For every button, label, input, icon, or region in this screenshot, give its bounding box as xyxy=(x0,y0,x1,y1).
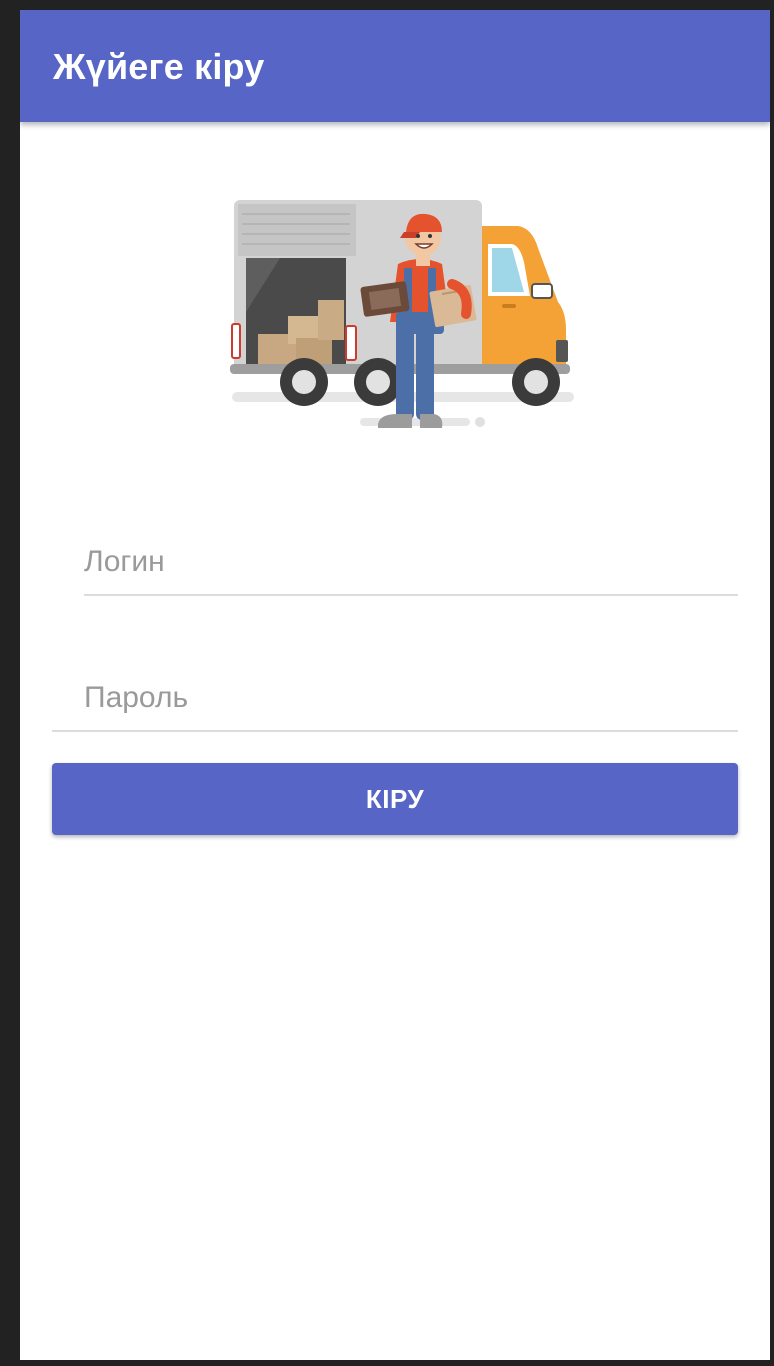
login-input[interactable] xyxy=(84,534,738,590)
password-input[interactable] xyxy=(84,670,738,726)
login-field[interactable] xyxy=(84,534,738,596)
delivery-truck-illustration xyxy=(230,200,574,428)
page-title: Жүйеге кіру xyxy=(53,46,265,87)
app-bar: Жүйеге кіру xyxy=(20,10,770,122)
login-button[interactable]: КІРУ xyxy=(52,763,738,835)
login-screen: Жүйеге кіру Логин КІРУ xyxy=(20,10,770,1360)
password-field[interactable] xyxy=(52,670,738,732)
